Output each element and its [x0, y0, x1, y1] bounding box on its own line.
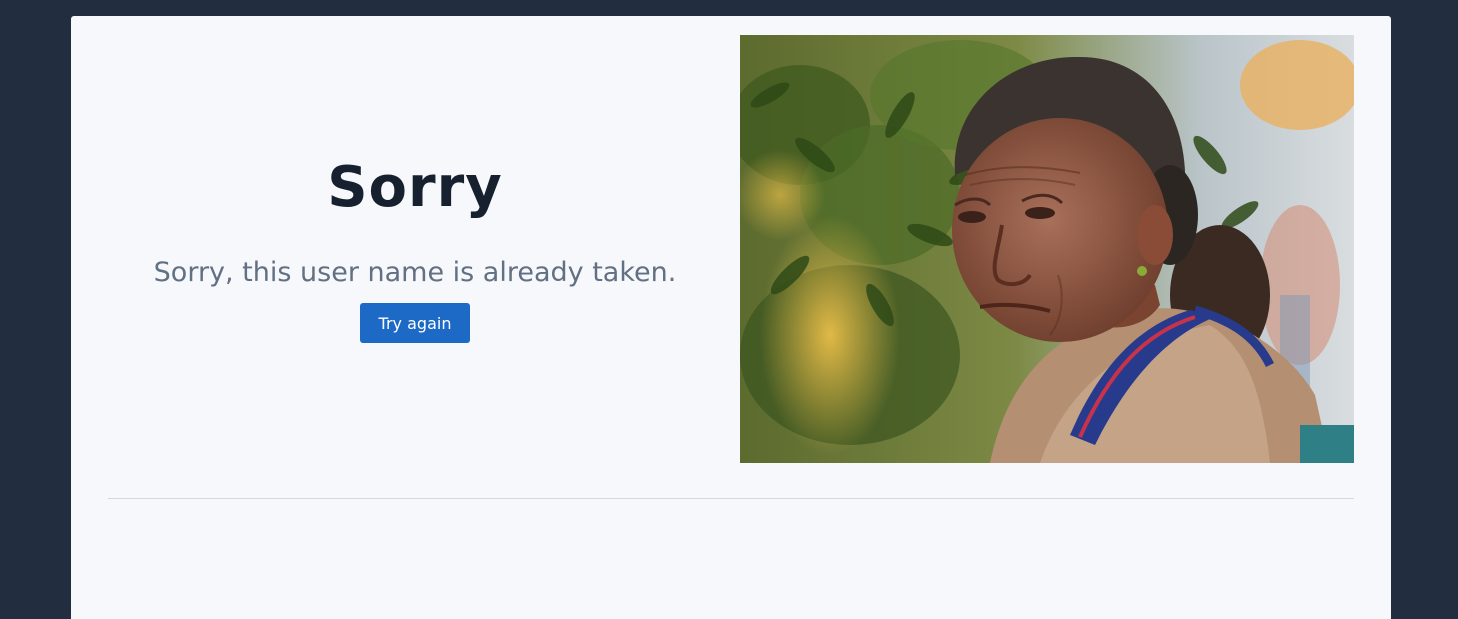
- try-again-button[interactable]: Try again: [360, 303, 470, 343]
- error-message: Sorry, this user name is already taken.: [153, 257, 677, 288]
- hero-photo: [740, 35, 1354, 463]
- error-content: Sorry Sorry, this user name is already t…: [108, 35, 722, 463]
- page-title: Sorry: [327, 155, 503, 220]
- error-card: Sorry Sorry, this user name is already t…: [71, 16, 1391, 619]
- divider: [108, 498, 1354, 499]
